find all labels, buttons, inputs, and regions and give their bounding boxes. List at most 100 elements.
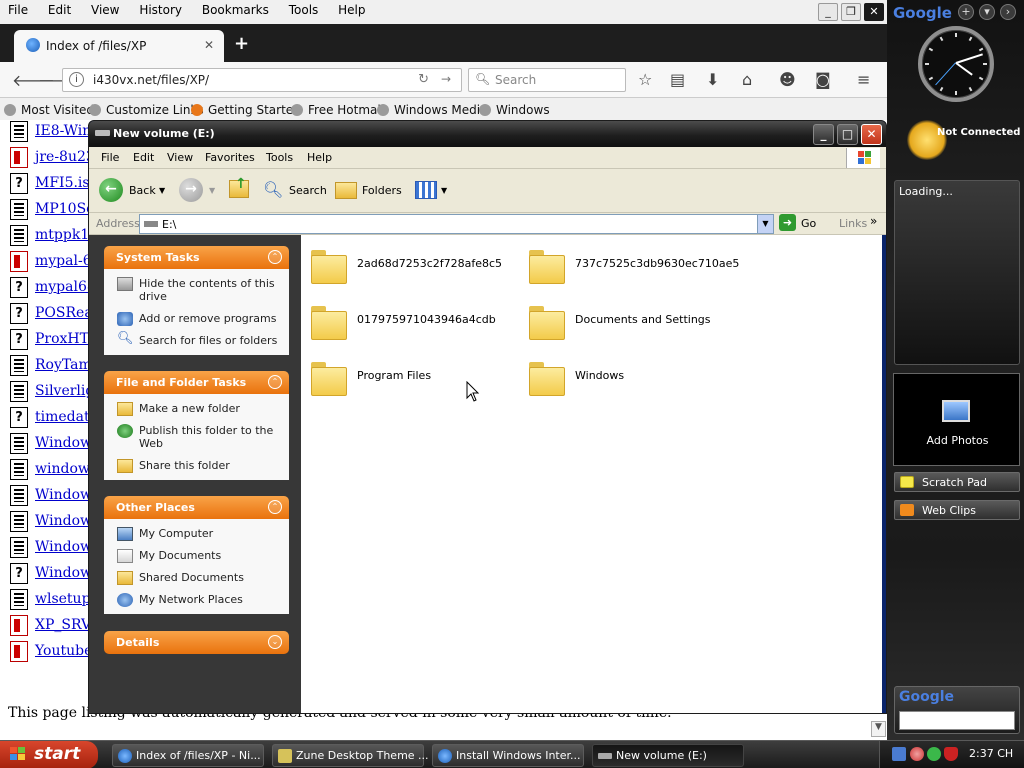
tray-network-icon[interactable] xyxy=(927,747,941,761)
menu-bookmarks[interactable]: Bookmarks xyxy=(202,3,269,17)
url-bar[interactable]: i i430vx.net/files/XP/ ↻ → xyxy=(62,68,462,92)
file-link[interactable]: ProxHT xyxy=(35,331,89,347)
menu-help[interactable]: Help xyxy=(338,3,365,17)
explorer-menu-file[interactable]: File xyxy=(101,151,119,164)
close-tab-icon[interactable]: ✕ xyxy=(204,38,214,52)
scroll-down-button[interactable]: ▼ xyxy=(871,721,886,737)
tab-index[interactable]: Index of /files/XP ✕ xyxy=(14,30,224,62)
file-folder-tasks-header[interactable]: File and Folder Tasks ⌃ xyxy=(104,371,289,394)
place-my-documents[interactable]: My Documents xyxy=(104,547,289,564)
bookmark-customize-links[interactable]: Customize Links xyxy=(89,103,204,117)
minimize-button[interactable]: _ xyxy=(818,3,838,21)
bookmark-windows-media[interactable]: Windows Media xyxy=(377,103,487,117)
links-chevron-icon[interactable]: » xyxy=(870,214,877,228)
download-icon[interactable]: ⬇ xyxy=(706,70,719,89)
google-search-input[interactable] xyxy=(899,711,1015,730)
explorer-menu-tools[interactable]: Tools xyxy=(266,151,293,164)
up-folder-button[interactable]: ↑ xyxy=(229,176,251,204)
hamburger-menu-icon[interactable]: ≡ xyxy=(857,70,870,89)
task-add-remove-programs[interactable]: Add or remove programs xyxy=(104,310,289,327)
collapse-icon[interactable]: ⌃ xyxy=(268,250,282,264)
file-link[interactable]: Window xyxy=(35,513,92,529)
place-my-computer[interactable]: My Computer xyxy=(104,525,289,542)
menu-history[interactable]: History xyxy=(139,3,182,17)
taskbar-item-new-volume[interactable]: New volume (E:) xyxy=(592,744,744,767)
explorer-close-button[interactable]: ✕ xyxy=(861,124,882,145)
photos-gadget[interactable]: Add Photos xyxy=(893,373,1020,466)
reload-icon[interactable]: ↻ xyxy=(418,72,429,87)
explorer-minimize-button[interactable]: _ xyxy=(813,124,834,145)
tray-ie-icon[interactable] xyxy=(910,747,924,761)
reading-list-icon[interactable]: ▤ xyxy=(670,70,685,89)
file-link[interactable]: RoyTam xyxy=(35,357,92,373)
info-icon[interactable]: i xyxy=(69,72,84,87)
task-share-folder[interactable]: Share this folder xyxy=(104,457,289,474)
task-search-files[interactable]: 🔍︎ Search for files or folders xyxy=(104,332,289,349)
file-link[interactable]: Window xyxy=(35,487,92,503)
bookmark-most-visited[interactable]: Most Visited xyxy=(4,103,94,117)
explorer-menu-edit[interactable]: Edit xyxy=(133,151,154,164)
tray-app-icon[interactable] xyxy=(892,747,906,761)
address-dropdown[interactable]: ▼ xyxy=(757,214,774,234)
file-link[interactable]: MP10Se xyxy=(35,201,94,217)
menu-edit[interactable]: Edit xyxy=(48,3,71,17)
taskbar-item-firefox[interactable]: Index of /files/XP - Ni... xyxy=(112,744,264,767)
close-button[interactable]: ✕ xyxy=(864,3,884,21)
explorer-maximize-button[interactable]: □ xyxy=(837,124,858,145)
folder-item[interactable]: 017975971043946a4cdb xyxy=(309,299,519,343)
expand-icon[interactable]: ⌄ xyxy=(268,635,282,649)
go-button[interactable]: ➜ Go xyxy=(779,214,816,234)
file-link[interactable]: wlsetup- xyxy=(35,591,95,607)
file-link[interactable]: mypal68 xyxy=(35,279,96,295)
folder-item[interactable]: Documents and Settings xyxy=(527,299,737,343)
restore-button[interactable]: ❐ xyxy=(841,3,861,21)
menu-view[interactable]: View xyxy=(91,3,119,17)
file-link[interactable]: jre-8u23 xyxy=(35,149,95,165)
task-publish-folder[interactable]: Publish this folder to the Web xyxy=(104,422,289,452)
explorer-menu-favorites[interactable]: Favorites xyxy=(205,151,255,164)
bookmark-getting-started[interactable]: Getting Started xyxy=(191,103,301,117)
file-link[interactable]: Window xyxy=(35,565,92,581)
new-tab-button[interactable]: + xyxy=(234,33,249,54)
file-link[interactable]: Youtube xyxy=(35,643,92,659)
bookmark-free-hotmail[interactable]: Free Hotmail xyxy=(291,103,384,117)
collapse-icon[interactable]: ⌃ xyxy=(268,500,282,514)
go-arrow-icon[interactable]: → xyxy=(441,72,451,86)
pocket-icon[interactable]: ◙ xyxy=(815,70,831,89)
web-clips-gadget[interactable]: Web Clips xyxy=(894,500,1020,520)
home-icon[interactable]: ⌂ xyxy=(742,70,752,89)
task-hide-contents[interactable]: Hide the contents of this drive xyxy=(104,275,289,305)
news-gadget[interactable]: Loading... xyxy=(894,180,1020,365)
search-button[interactable]: 🔍︎ Search xyxy=(263,178,327,204)
tray-clock[interactable]: 2:37 CH xyxy=(969,747,1013,760)
menu-file[interactable]: File xyxy=(8,3,28,17)
folder-item[interactable]: 2ad68d7253c2f728afe8c5 xyxy=(309,243,519,287)
tray-security-shield-icon[interactable] xyxy=(944,747,958,761)
folder-item[interactable]: Program Files xyxy=(309,355,519,399)
smiley-icon[interactable]: ☻ xyxy=(779,70,796,89)
taskbar-item-install-ie[interactable]: Install Windows Inter... xyxy=(432,744,584,767)
bookmark-star-icon[interactable]: ☆ xyxy=(638,70,652,89)
sidebar-collapse-icon[interactable]: › xyxy=(1000,4,1016,20)
file-link[interactable]: POSRea xyxy=(35,305,93,321)
back-button[interactable]: ← Back ▼ xyxy=(99,178,169,204)
file-link[interactable]: XP_SRV xyxy=(35,617,91,633)
menu-tools[interactable]: Tools xyxy=(289,3,319,17)
system-tasks-header[interactable]: System Tasks ⌃ xyxy=(104,246,289,269)
place-shared-documents[interactable]: Shared Documents xyxy=(104,569,289,586)
folder-item[interactable]: Windows xyxy=(527,355,737,399)
other-places-header[interactable]: Other Places ⌃ xyxy=(104,496,289,519)
explorer-menu-help[interactable]: Help xyxy=(307,151,332,164)
folder-item[interactable]: 737c7525c3db9630ec710ae5 xyxy=(527,243,739,287)
file-link[interactable]: IE8-Win xyxy=(35,123,91,139)
place-my-network-places[interactable]: My Network Places xyxy=(104,591,289,608)
forward-button[interactable]: → ▼ xyxy=(179,178,215,204)
address-input[interactable]: E:\ xyxy=(139,214,774,234)
details-header[interactable]: Details ⌄ xyxy=(104,631,289,654)
add-gadget-icon[interactable]: + xyxy=(958,4,974,20)
file-link[interactable]: Window xyxy=(35,435,92,451)
scratch-pad-gadget[interactable]: Scratch Pad xyxy=(894,472,1020,492)
task-make-new-folder[interactable]: Make a new folder xyxy=(104,400,289,417)
views-button[interactable]: ▼ xyxy=(415,178,449,204)
explorer-titlebar[interactable]: New volume (E:) _ □ ✕ xyxy=(89,121,886,147)
